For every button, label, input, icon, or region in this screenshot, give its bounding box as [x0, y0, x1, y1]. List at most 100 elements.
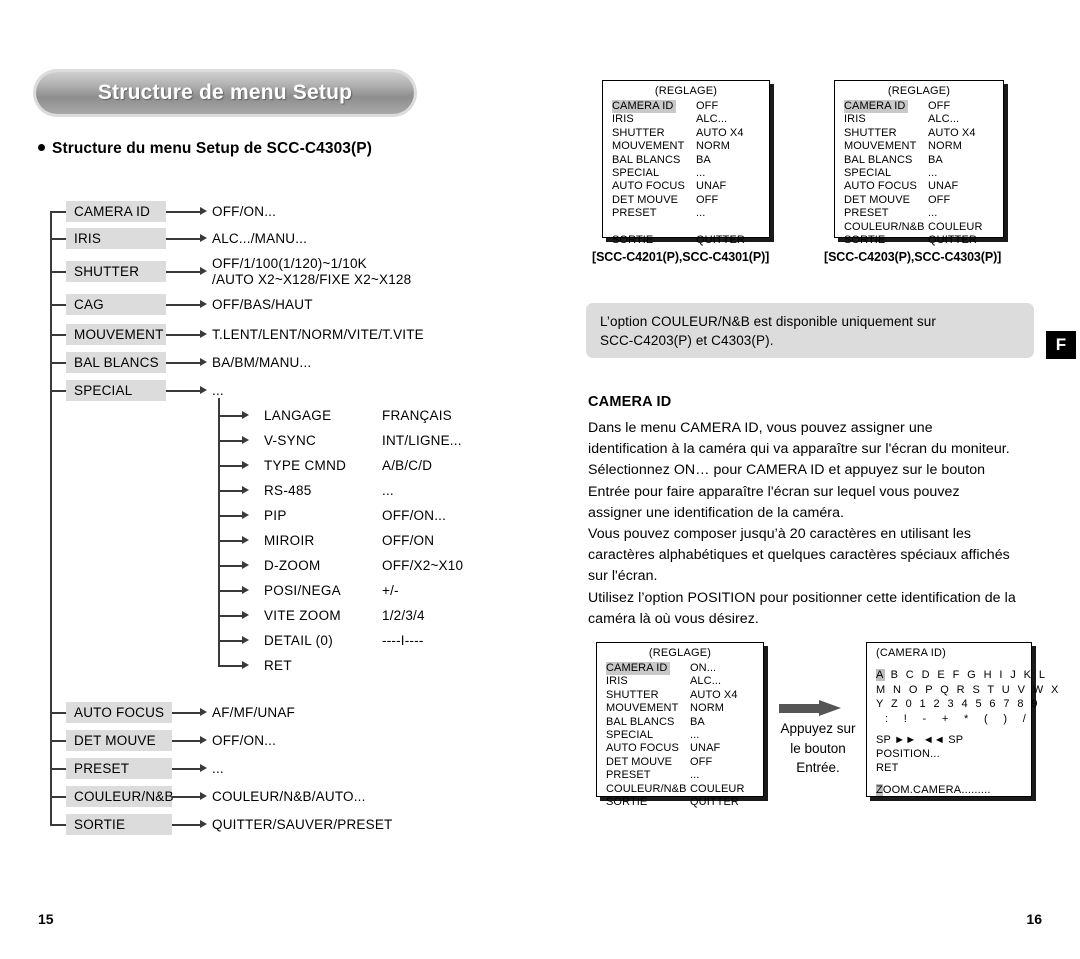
tree-item-label-9: PRESET	[66, 758, 172, 779]
osd-row: CAMERA ID OFF	[612, 100, 769, 114]
osd-row-key: AUTO FOCUS	[844, 180, 917, 193]
tree-branch-line	[50, 211, 66, 213]
tree-item-value-0: OFF/ON...	[212, 204, 277, 219]
osd-row-value: UNAF	[928, 180, 959, 193]
osd-row-key: SHUTTER	[612, 126, 665, 139]
tree-arrow-head-3	[200, 300, 207, 308]
tree-sub-line-8	[218, 615, 244, 617]
osd-rows: CAMERA ID OFF IRIS ALC... SHUTTER AUTO X4 M…	[835, 100, 1003, 247]
osd-row-key: PRESET	[612, 207, 657, 220]
osd-row-key: SPECIAL	[844, 167, 892, 180]
tree-item-value-5: BA/BM/MANU...	[212, 355, 312, 370]
osd-camera-id-value-row: ZOOM.CAMERA.........	[876, 783, 1031, 797]
tree-arrow-line-5	[166, 362, 202, 364]
osd-menu-bottom-left: (REGLAGE) CAMERA ID ON... IRIS ALC... SHUT…	[596, 642, 764, 808]
osd-row: IRIS ALC...	[844, 113, 1003, 126]
osd-row: AUTO FOCUS UNAF	[606, 742, 763, 755]
osd-row-key: SORTIE	[612, 234, 654, 247]
tree-sub-arrow-9	[242, 636, 249, 644]
osd-row-value: OFF	[696, 100, 719, 112]
osd-row-value: ...	[690, 769, 700, 782]
tree-branch-line	[50, 238, 66, 240]
tree-item-label-7: AUTO FOCUS	[66, 702, 172, 723]
tree-arrow-head-9	[200, 764, 207, 772]
tree-sub-line-1	[218, 440, 244, 442]
charmap-row-1: M N O P Q R S T U V W X	[876, 683, 1061, 696]
osd-row-key: AUTO FOCUS	[606, 742, 679, 755]
osd-row-value: QUITTER	[690, 796, 739, 809]
tree-branch-line	[50, 824, 66, 826]
osd-row-value: ...	[690, 729, 700, 742]
osd-row-value: AUTO X4	[690, 688, 738, 701]
tree-arrow-head-5	[200, 358, 207, 366]
tree-item-value-8: OFF/ON...	[212, 733, 277, 748]
charmap-row-2: Y Z 0 1 2 3 4 5 6 7 8 9	[876, 698, 1040, 710]
tree-item-label-8: DET MOUVE	[66, 730, 172, 751]
tree-sub-line-0	[218, 415, 244, 417]
arrow-shaft	[779, 704, 821, 713]
arrow-head	[819, 700, 841, 716]
tree-item-value-9: ...	[212, 761, 224, 776]
menu-tree-diagram: CAMERA ID OFF/ON... IRIS ALC.../MANU... …	[0, 0, 540, 860]
tree-arrow-line-7	[172, 712, 202, 714]
right-arrow-icon	[779, 700, 841, 716]
tree-branch-line	[50, 271, 66, 273]
osd-row-value: OFF	[928, 100, 951, 112]
osd-camera-id-value: OOM.CAMERA.........	[882, 783, 991, 796]
tree-arrow-head-11	[200, 820, 207, 828]
osd-row: DET MOUVE OFF	[844, 194, 1003, 207]
osd-row-key: BAL BLANCS	[612, 153, 681, 166]
tree-arrow-line-1	[166, 238, 202, 240]
tree-sub-line-10	[218, 665, 244, 667]
osd-row-key: MOUVEMENT	[612, 140, 685, 153]
tree-arrow-line-9	[172, 768, 202, 770]
charmap-row-0: A B C D E F G H I J K L	[876, 668, 1045, 683]
tree-sub-line-9	[218, 640, 244, 642]
tree-sub-value-9: ----I----	[382, 633, 424, 648]
osd-row-key: SHUTTER	[844, 126, 897, 139]
tree-arrow-line-4	[166, 334, 202, 336]
osd-row: DET MOUVE OFF	[612, 194, 769, 207]
tree-sub-arrow-6	[242, 561, 249, 569]
osd-row-key: BAL BLANCS	[844, 153, 913, 166]
tree-item-label-0: CAMERA ID	[66, 201, 166, 222]
tree-sub-arrow-4	[242, 511, 249, 519]
osd-row-key: SPECIAL	[606, 729, 654, 742]
tree-sub-line-7	[218, 590, 244, 592]
note-box: L’option COULEUR/N&B est disponible uniq…	[586, 303, 1034, 358]
tree-item-value-10: COULEUR/N&B/AUTO...	[212, 789, 366, 804]
tree-sub-arrow-5	[242, 536, 249, 544]
osd-row-value: ALC...	[928, 113, 960, 126]
osd-title: (REGLAGE)	[887, 85, 951, 97]
osd-title: (CAMERA ID)	[876, 647, 947, 659]
osd-row: CAMERA ID OFF	[844, 100, 1003, 114]
note-text: L’option COULEUR/N&B est disponible uniq…	[600, 314, 936, 348]
tree-arrow-line-0	[166, 211, 202, 213]
osd-rows: CAMERA ID ON... IRIS ALC... SHUTTER AUTO X4…	[597, 662, 763, 809]
tree-item-value-6: ...	[212, 383, 224, 398]
charmap-symbol-row: : ! - + * ( ) /	[885, 712, 1030, 725]
tree-branch-line	[50, 712, 66, 714]
osd-row-value: AUTO X4	[928, 126, 976, 139]
tree-sub-arrow-2	[242, 461, 249, 469]
osd-row: IRIS ALC...	[612, 113, 769, 126]
tree-sub-label-8: VITE ZOOM	[264, 608, 341, 623]
osd-row-value: ALC...	[690, 675, 722, 688]
tree-sub-value-7: +/-	[382, 583, 399, 598]
page-number-right: 16	[1026, 911, 1042, 927]
osd-row: BAL BLANCS BA	[844, 154, 1003, 167]
tree-arrow-head-2	[200, 267, 207, 275]
osd-row: SPECIAL...	[606, 729, 763, 742]
tree-sub-value-3: ...	[382, 483, 394, 498]
tree-arrow-head-6	[200, 386, 207, 394]
osd-caption-top-left: [SCC-C4201(P),SCC-C4301(P)]	[592, 250, 770, 264]
tree-arrow-head-7	[200, 708, 207, 716]
osd-row: PRESET...	[844, 207, 1003, 220]
osd-row-key: DET MOUVE	[844, 193, 911, 206]
osd-row-value: BA	[696, 153, 711, 166]
osd-row-value: OFF	[696, 193, 719, 206]
osd-row-value: QUITTER	[696, 234, 745, 247]
tree-item-label-5: BAL BLANCS	[66, 352, 166, 373]
tree-arrow-head-0	[200, 207, 207, 215]
tree-sub-arrow-10	[242, 661, 249, 669]
